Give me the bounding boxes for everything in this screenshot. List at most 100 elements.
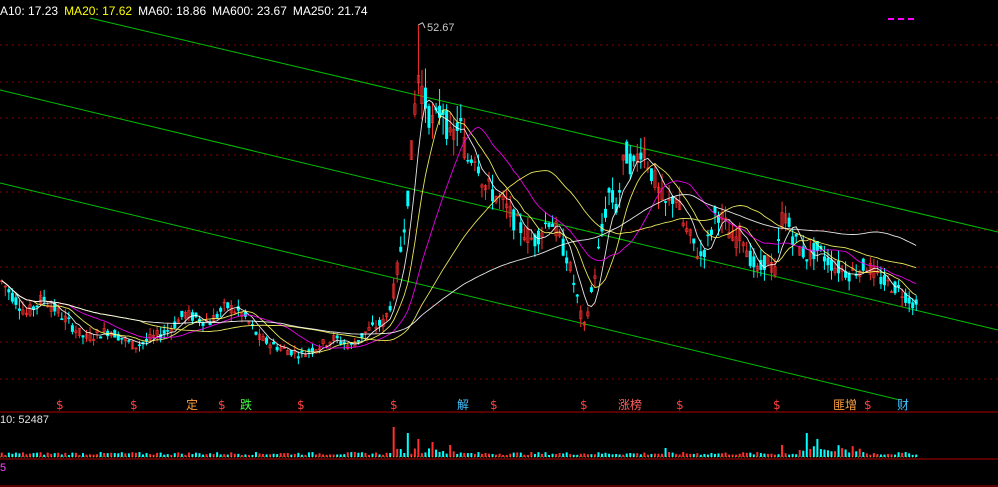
volume-bar	[908, 453, 911, 457]
candle-body	[664, 201, 668, 203]
channel-line	[89, 17, 998, 233]
volume-bar	[745, 452, 748, 457]
moving-average-lines	[1, 99, 917, 355]
event-marker[interactable]: $	[864, 398, 872, 412]
volume-bar	[728, 454, 731, 457]
volume-bar	[763, 453, 766, 457]
event-marker[interactable]: $	[676, 398, 684, 412]
volume-bar	[25, 454, 28, 457]
volume-bar	[848, 452, 851, 457]
candle-body	[847, 273, 851, 282]
volume-bar	[18, 453, 21, 457]
volume-bar	[865, 453, 868, 457]
volume-bar	[216, 452, 219, 457]
event-marker[interactable]: $	[580, 398, 588, 412]
candle-body	[544, 222, 548, 225]
volume-bar	[290, 454, 293, 457]
volume-bar	[382, 454, 385, 457]
event-marker[interactable]: 跌	[240, 398, 252, 412]
event-marker[interactable]: $	[773, 398, 781, 412]
volume-bar	[883, 454, 886, 457]
volume-bar	[805, 433, 808, 457]
candle-body	[120, 337, 124, 340]
volume-bar	[837, 445, 840, 457]
candle-body	[469, 159, 473, 163]
volume-bar	[11, 453, 14, 457]
volume-bar	[675, 453, 678, 457]
candle-body	[519, 222, 523, 234]
volume-bar	[459, 452, 462, 457]
volume-bar	[456, 453, 459, 457]
event-marker[interactable]: $	[297, 398, 305, 412]
candle-body	[794, 234, 798, 237]
volume-bar	[593, 454, 596, 457]
volume-bar	[410, 453, 413, 457]
volume-bar	[212, 454, 215, 457]
volume-bar	[540, 453, 543, 457]
candle-body	[300, 350, 304, 353]
event-marker[interactable]: 解	[457, 398, 469, 412]
event-marker[interactable]: 匪增	[833, 398, 857, 412]
volume-bar	[696, 453, 699, 457]
candle-body	[180, 310, 184, 317]
candle-body	[476, 166, 480, 174]
volume-bar	[498, 453, 501, 457]
event-marker[interactable]: 财	[897, 398, 909, 412]
candle-body	[10, 292, 14, 302]
volume-bar	[53, 453, 56, 457]
volume-bar	[14, 452, 17, 457]
volume-bar	[576, 454, 579, 457]
candle-body	[618, 190, 622, 193]
candle-body	[777, 239, 781, 242]
event-marker[interactable]: $	[390, 398, 398, 412]
volume-bar	[756, 452, 759, 457]
event-marker[interactable]: $	[130, 398, 138, 412]
volume-bar	[841, 448, 844, 457]
volume-bar	[64, 452, 67, 457]
volume-bar	[791, 453, 794, 457]
candle-body	[402, 229, 406, 233]
volume-bar	[759, 453, 762, 457]
volume-bar	[89, 454, 92, 457]
candle-body	[370, 322, 374, 325]
volume-bar	[692, 453, 695, 457]
volume-bar	[170, 454, 173, 457]
volume-bar	[187, 452, 190, 457]
candle-body	[628, 153, 632, 175]
volume-bar	[36, 452, 39, 457]
volume-bar	[32, 453, 35, 457]
volume-bar	[0, 452, 3, 457]
candle-body	[35, 305, 39, 308]
candle-body	[897, 284, 901, 288]
kline-chart[interactable]	[0, 0, 998, 487]
event-marker[interactable]: $	[56, 398, 64, 412]
volume-bar	[668, 452, 671, 457]
volume-bar	[809, 448, 812, 457]
volume-bar	[544, 452, 547, 457]
volume-bar	[50, 453, 53, 457]
candle-body	[127, 340, 131, 342]
candle-body	[787, 217, 791, 227]
volume-bar	[562, 453, 565, 457]
event-marker[interactable]: 定	[186, 398, 198, 412]
candle-body	[709, 229, 713, 235]
candle-body	[829, 259, 833, 271]
ma5-line	[1, 99, 917, 355]
candle-body	[162, 330, 166, 334]
volume-bar	[406, 433, 409, 457]
volume-bar	[671, 452, 674, 457]
volume-bar	[29, 453, 32, 457]
candle-body	[791, 236, 795, 245]
volume-bar	[565, 452, 568, 457]
event-marker[interactable]: 涨榜	[618, 398, 642, 412]
candle-body	[406, 190, 410, 207]
panel-dividers	[0, 411, 998, 487]
event-marker[interactable]: $	[218, 398, 226, 412]
event-marker[interactable]: $	[490, 398, 498, 412]
ma250-line	[1, 194, 917, 335]
ma20-label: MA20: 17.62	[64, 4, 133, 18]
volume-bar	[131, 452, 134, 457]
volume-bar	[300, 454, 303, 457]
volume-bar	[166, 454, 169, 457]
volume-bar	[530, 452, 533, 457]
